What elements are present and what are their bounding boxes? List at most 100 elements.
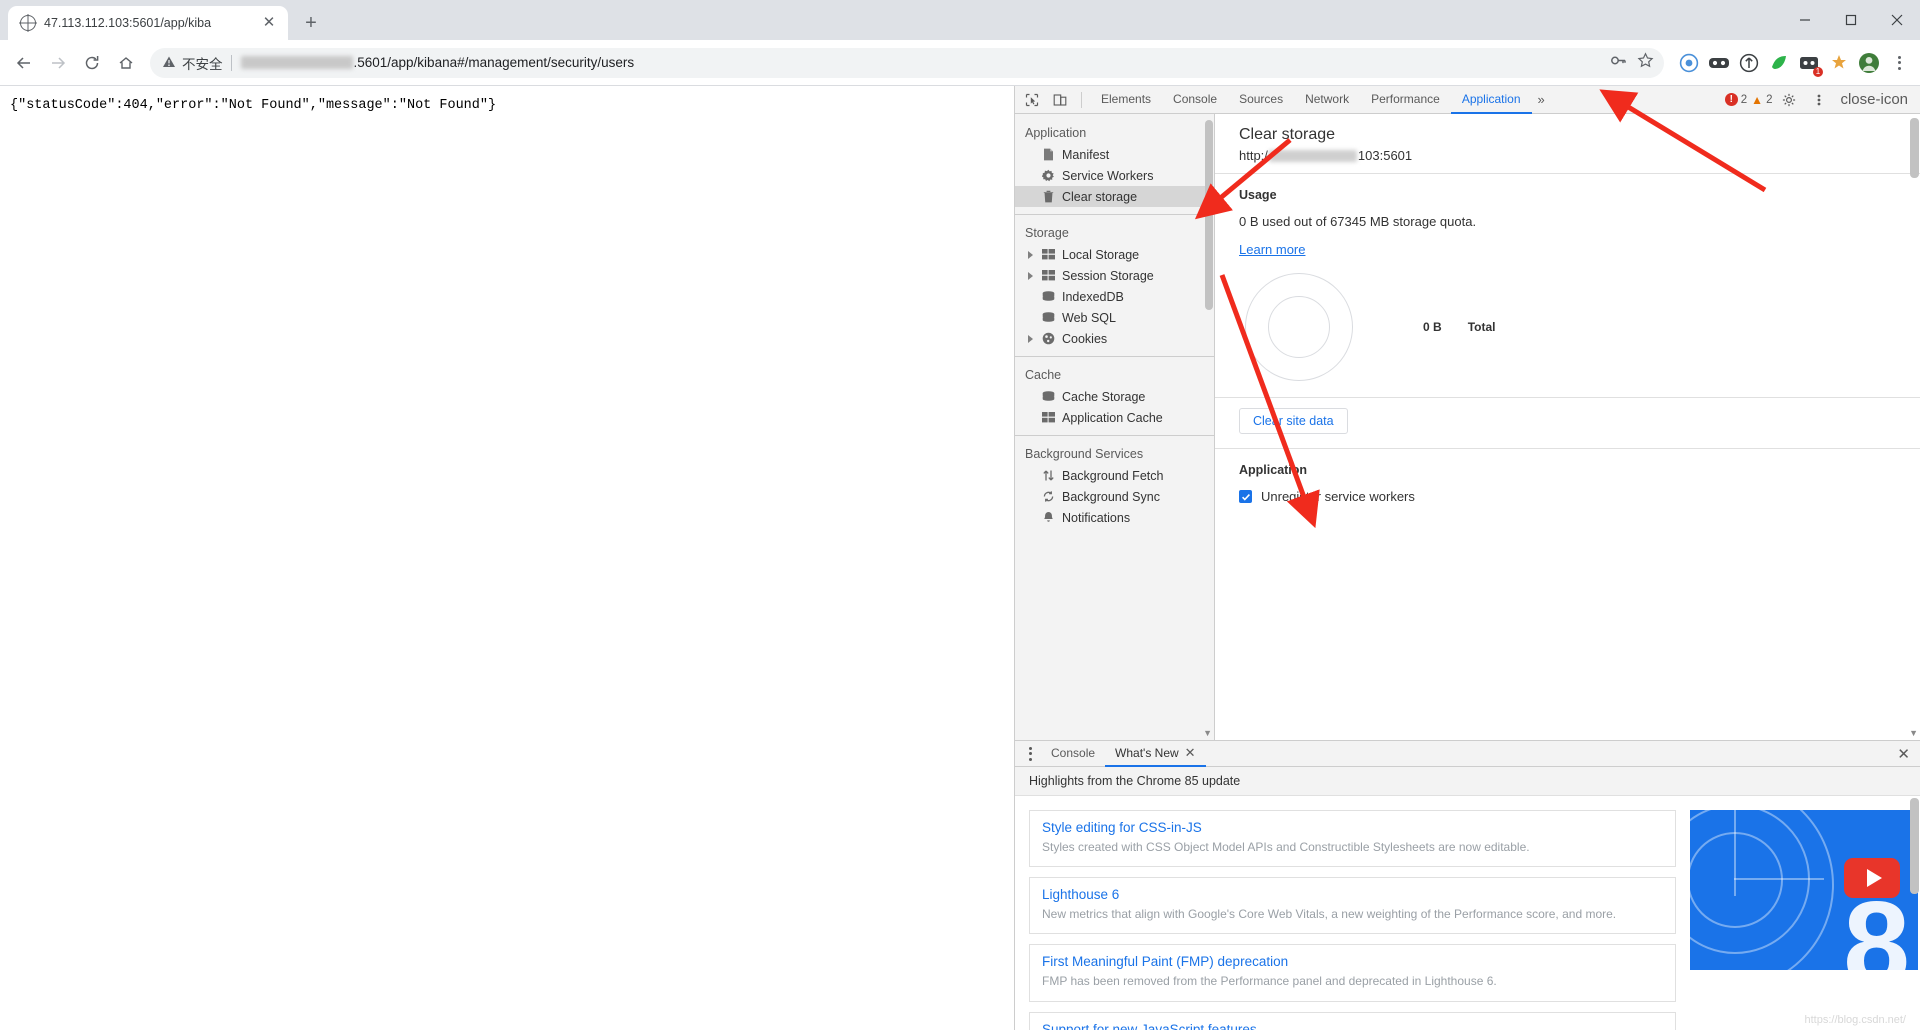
close-icon[interactable]: ✕ <box>1185 745 1196 761</box>
extension-badge: 1 <box>1813 66 1823 77</box>
page-title: Clear storage <box>1239 126 1336 143</box>
minimize-button[interactable] <box>1782 0 1828 40</box>
close-button[interactable] <box>1874 0 1920 40</box>
watermark: https://blog.csdn.net/ <box>1804 1014 1906 1026</box>
drawer-tab-console[interactable]: Console <box>1041 741 1105 767</box>
sidebar-item-service-workers[interactable]: Service Workers <box>1015 165 1214 186</box>
sidebar-group-storage: Storage <box>1025 226 1069 240</box>
tab-network[interactable]: Network <box>1294 86 1360 114</box>
donut-chart <box>1245 273 1353 381</box>
list-item[interactable]: First Meaningful Paint (FMP) deprecation… <box>1029 944 1676 1002</box>
gear-icon[interactable] <box>1776 88 1802 112</box>
error-count[interactable]: ! 2 <box>1724 93 1748 106</box>
sidebar-item-indexeddb[interactable]: IndexedDB <box>1015 286 1214 307</box>
sidebar-divider <box>1015 435 1214 436</box>
address-bar[interactable]: 不安全 .5601/app/kibana#/management/securit… <box>150 47 1664 78</box>
checkbox-icon[interactable] <box>1239 490 1252 503</box>
tab-sources[interactable]: Sources <box>1228 86 1294 114</box>
json-response-text: {"statusCode":404,"error":"Not Found","m… <box>10 98 497 113</box>
sidebar-item-local-storage[interactable]: Local Storage <box>1015 244 1214 265</box>
chrome-menu-button[interactable] <box>1886 50 1912 76</box>
sidebar-item-clear-storage[interactable]: Clear storage <box>1015 186 1214 207</box>
sidebar-scrollbar[interactable] <box>1205 120 1213 310</box>
application-sidebar[interactable]: Application Manifest Service Workers Cle… <box>1015 114 1215 740</box>
sidebar-item-web-sql[interactable]: Web SQL <box>1015 307 1214 328</box>
drawer-close-icon[interactable]: ✕ <box>1897 745 1916 763</box>
card-title[interactable]: Lighthouse 6 <box>1042 887 1663 902</box>
scroll-down-arrow-icon[interactable]: ▼ <box>1203 728 1212 738</box>
sidebar-item-label: Cache Storage <box>1062 389 1146 404</box>
unregister-service-workers-row[interactable]: Unregister service workers <box>1215 489 1920 514</box>
sidebar-item-label: Background Fetch <box>1062 468 1164 483</box>
clear-site-data-button[interactable]: Clear site data <box>1239 408 1348 434</box>
tab-console[interactable]: Console <box>1162 86 1228 114</box>
more-tabs-button[interactable]: » <box>1532 86 1551 114</box>
panel-scrollbar[interactable] <box>1910 118 1919 178</box>
whats-new-scrollbar[interactable] <box>1910 798 1919 894</box>
sidebar-item-cache-storage[interactable]: Cache Storage <box>1015 386 1214 407</box>
sidebar-divider <box>1015 214 1214 215</box>
whats-new-card-list: Style editing for CSS-in-JS Styles creat… <box>1015 796 1690 1030</box>
devtools-body: Application Manifest Service Workers Cle… <box>1015 114 1920 1030</box>
key-icon[interactable] <box>1610 52 1627 74</box>
sidebar-item-manifest[interactable]: Manifest <box>1015 144 1214 165</box>
tab-performance[interactable]: Performance <box>1360 86 1451 114</box>
extension-icon-1[interactable] <box>1676 50 1702 76</box>
warning-count[interactable]: ▲ 2 <box>1751 94 1772 106</box>
list-item[interactable]: Lighthouse 6 New metrics that align with… <box>1029 877 1676 935</box>
devtools-close-icon[interactable]: close-icon <box>1836 91 1912 108</box>
video-thumbnail[interactable]: 8 <box>1690 810 1918 970</box>
forward-button[interactable] <box>42 47 74 79</box>
sidebar-item-notifications[interactable]: Notifications <box>1015 507 1214 528</box>
card-title[interactable]: Style editing for CSS-in-JS <box>1042 820 1663 835</box>
origin-prefix: http:/ <box>1239 148 1268 163</box>
extension-icon-3[interactable] <box>1736 50 1762 76</box>
reload-button[interactable] <box>76 47 108 79</box>
list-item[interactable]: Support for new JavaScript features Synt… <box>1029 1011 1676 1030</box>
maximize-button[interactable] <box>1828 0 1874 40</box>
chart-legend: 0 B Total <box>1423 320 1495 334</box>
sidebar-item-label: IndexedDB <box>1062 289 1124 304</box>
warning-triangle-icon <box>162 55 176 71</box>
chevron-right-icon[interactable] <box>1028 271 1033 280</box>
tab-application[interactable]: Application <box>1450 86 1532 114</box>
avatar[interactable] <box>1856 50 1882 76</box>
extension-icon-4[interactable] <box>1766 50 1792 76</box>
sidebar-item-cookies[interactable]: Cookies <box>1015 328 1214 349</box>
drawer-tab-whats-new[interactable]: What's New ✕ <box>1105 741 1206 767</box>
card-description: Styles created with CSS Object Model API… <box>1042 840 1530 854</box>
more-vertical-icon[interactable] <box>1806 88 1832 112</box>
drawer-menu-icon[interactable] <box>1019 746 1041 761</box>
list-item[interactable]: Style editing for CSS-in-JS Styles creat… <box>1029 810 1676 868</box>
new-tab-button[interactable]: + <box>294 8 328 38</box>
sidebar-item-application-cache[interactable]: Application Cache <box>1015 407 1214 428</box>
sidebar-item-background-sync[interactable]: Background Sync <box>1015 486 1214 507</box>
extension-icon-5[interactable]: 1 <box>1796 50 1823 77</box>
updown-arrows-icon <box>1041 469 1055 483</box>
chevron-right-icon[interactable] <box>1028 334 1033 343</box>
device-toolbar-icon[interactable] <box>1047 88 1073 112</box>
card-title[interactable]: Support for new JavaScript features <box>1042 1022 1663 1030</box>
extension-icon-2[interactable] <box>1706 50 1732 76</box>
card-title[interactable]: First Meaningful Paint (FMP) deprecation <box>1042 954 1663 969</box>
usage-chart: 0 B Total <box>1239 259 1896 397</box>
back-button[interactable] <box>8 47 40 79</box>
table-icon <box>1041 411 1055 425</box>
close-icon[interactable]: ✕ <box>260 14 278 32</box>
whats-new-video[interactable]: 8 <box>1690 796 1920 1030</box>
learn-more-link[interactable]: Learn more <box>1239 242 1305 257</box>
extension-icon-6[interactable] <box>1826 50 1852 76</box>
cursor-select-icon[interactable] <box>1019 88 1045 112</box>
browser-tab[interactable]: 47.113.112.103:5601/app/kiba ✕ <box>8 6 288 40</box>
home-button[interactable] <box>110 47 142 79</box>
whats-new-heading: Highlights from the Chrome 85 update <box>1015 767 1920 796</box>
tab-elements[interactable]: Elements <box>1090 86 1162 114</box>
sidebar-item-session-storage[interactable]: Session Storage <box>1015 265 1214 286</box>
usage-section: Usage 0 B used out of 67345 MB storage q… <box>1215 174 1920 397</box>
star-icon[interactable] <box>1637 51 1654 74</box>
decor-line <box>1734 810 1736 896</box>
scroll-down-arrow-icon[interactable]: ▼ <box>1909 728 1918 738</box>
error-count-value: 2 <box>1740 93 1748 106</box>
sidebar-item-background-fetch[interactable]: Background Fetch <box>1015 465 1214 486</box>
chevron-right-icon[interactable] <box>1028 250 1033 259</box>
